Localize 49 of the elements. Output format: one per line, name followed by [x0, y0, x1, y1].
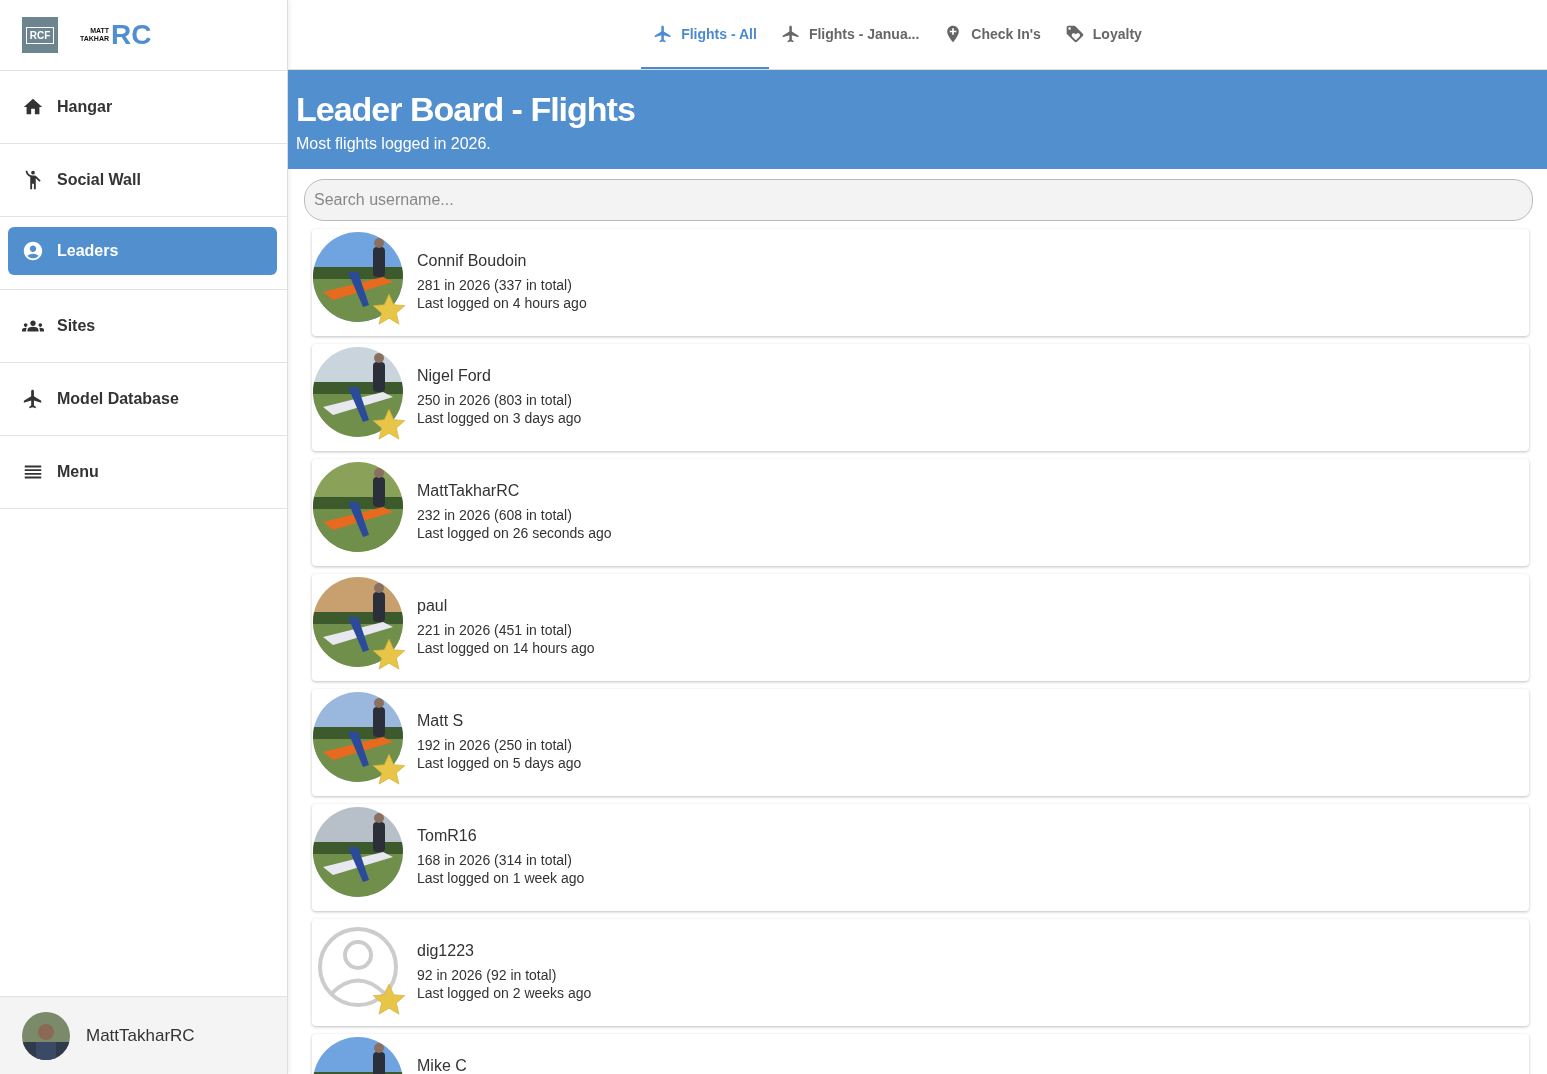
- leader-card[interactable]: MattTakharRC 232 in 2026 (608 in total) Last logged on 26 seconds ago: [312, 459, 1529, 566]
- account-icon: [22, 240, 44, 262]
- tag-icon: [1064, 23, 1085, 44]
- flight-count: 192 in 2026 (250 in total): [417, 737, 573, 753]
- tab[interactable]: Loyalty: [1052, 0, 1154, 69]
- page-subtitle: Most flights logged in 2026.: [296, 135, 492, 153]
- leader-card[interactable]: Nigel Ford 250 in 2026 (803 in total) Last logged on 3 days ago: [312, 344, 1529, 451]
- leader-name: MattTakharRC: [417, 482, 521, 500]
- leader-name: Connif Boudoin: [417, 252, 528, 270]
- last-logged: Last logged on 3 days ago: [417, 410, 582, 426]
- leader-card[interactable]: paul 221 in 2026 (451 in total) Last logged on 14 hours ago: [312, 574, 1529, 681]
- user-name[interactable]: MattTakharRC: [86, 1025, 195, 1046]
- leader-name: TomR16: [417, 827, 478, 845]
- flight-count: 250 in 2026 (803 in total): [417, 392, 573, 408]
- tab[interactable]: Check In's: [931, 0, 1053, 69]
- leader-name: paul: [417, 597, 449, 615]
- nav-item[interactable]: Model Database: [0, 363, 287, 435]
- airplane-icon: [780, 23, 801, 44]
- leader-name: Nigel Ford: [417, 367, 492, 385]
- last-logged: Last logged on 26 seconds ago: [417, 525, 612, 541]
- logo-mark: RC: [111, 21, 152, 49]
- flight-count: 232 in 2026 (608 in total): [417, 507, 573, 523]
- last-logged: Last logged on 14 hours ago: [417, 640, 595, 656]
- leader-card[interactable]: Mike C: [312, 1034, 1529, 1074]
- search-field[interactable]: Search username...: [304, 179, 1533, 221]
- leader-card[interactable]: dig1223 92 in 2026 (92 in total) Last logged on 2 weeks ago: [312, 919, 1529, 1026]
- leader-name: Mike C: [417, 1057, 467, 1074]
- tab[interactable]: Flights - Janua...: [768, 0, 932, 69]
- leader-name: dig1223: [417, 942, 475, 960]
- nav-item[interactable]: Menu: [0, 436, 287, 508]
- leader-card[interactable]: Connif Boudoin 281 in 2026 (337 in total) Last logged on 4 hours ago: [312, 229, 1529, 336]
- last-logged: Last logged on 4 hours ago: [417, 295, 587, 311]
- last-logged: Last logged on 2 weeks ago: [417, 985, 592, 1001]
- flight-count: 221 in 2026 (451 in total): [417, 622, 573, 638]
- flight-count: 92 in 2026 (92 in total): [417, 967, 558, 983]
- nav-item[interactable]: Sites: [0, 290, 287, 362]
- nav-item[interactable]: Hangar: [0, 71, 287, 143]
- nav-item[interactable]: Social Wall: [0, 144, 287, 216]
- airplane-icon: [22, 388, 44, 410]
- airplane-icon: [653, 23, 674, 44]
- logo-text: RCF: [25, 26, 55, 44]
- leader-card[interactable]: Matt S 192 in 2026 (250 in total) Last logged on 5 days ago: [312, 689, 1529, 796]
- last-logged: Last logged on 1 week ago: [417, 870, 585, 886]
- flight-count: 281 in 2026 (337 in total): [417, 277, 573, 293]
- page-title: Leader Board - Flights: [296, 90, 636, 129]
- flight-count: 168 in 2026 (314 in total): [417, 852, 573, 868]
- leader-card[interactable]: TomR16 168 in 2026 (314 in total) Last logged on 1 week ago: [312, 804, 1529, 911]
- last-logged: Last logged on 5 days ago: [417, 755, 582, 771]
- leader-name: Matt S: [417, 712, 465, 730]
